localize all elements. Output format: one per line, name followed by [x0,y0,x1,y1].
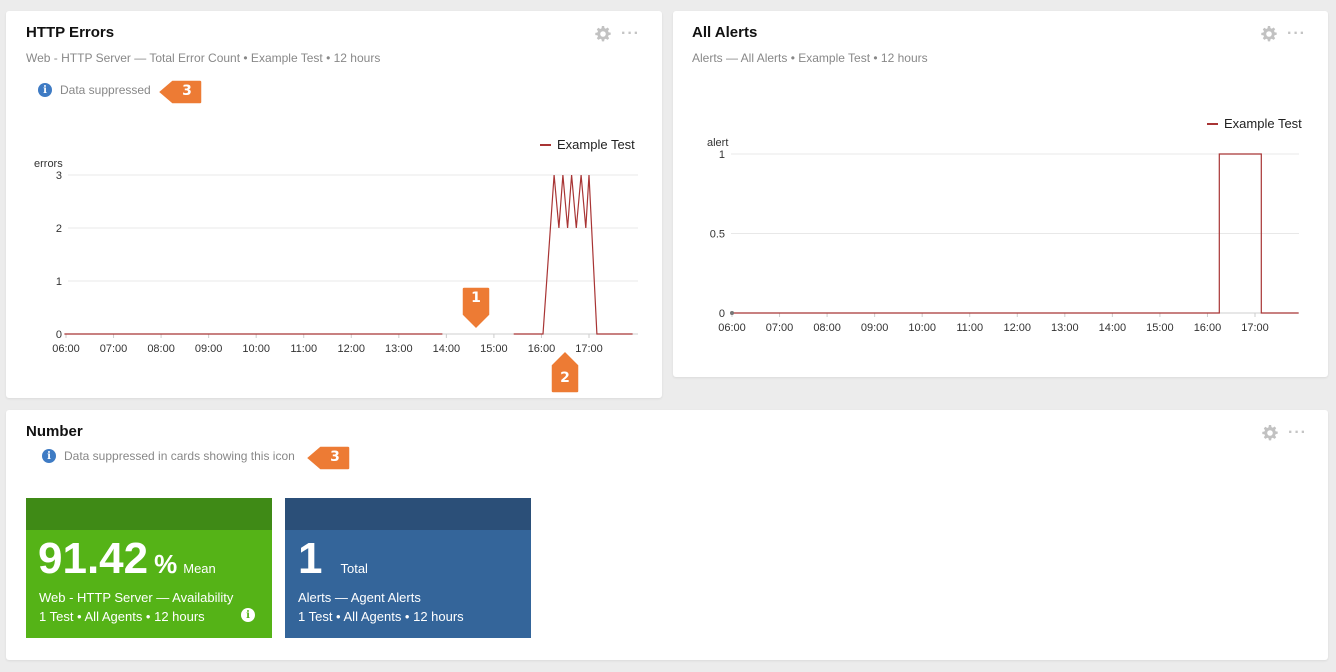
x-tick-label: 14:00 [433,343,461,355]
y-tick-label: 1 [719,149,725,161]
x-tick-label: 15:00 [1146,322,1174,334]
x-tick-label: 11:00 [290,343,317,355]
x-tick-label: 06:00 [718,322,746,334]
tile-line-1: Alerts — Agent Alerts [298,590,421,605]
tile-value: 1 [298,534,323,583]
all-alerts-chart: alert 0 0.5 1 06:00 07:00 08:00 09:00 10:00 11:00… [707,116,1302,334]
number-card: Number ··· i Data suppressed in cards sh… [6,410,1328,660]
suppressed-label: Data suppressed in cards showing this ic… [64,449,295,463]
x-tick-label: 07:00 [100,343,128,355]
x-tick-label: 06:00 [52,343,80,355]
tile-line-2: 1 Test • All Agents • 12 hours [298,609,464,624]
tile-header [285,498,531,530]
x-tick-label: 08:00 [813,322,841,334]
tile-stat: Mean [183,561,216,576]
info-icon[interactable]: i [241,608,255,622]
http-errors-chart: errors 0 1 2 3 06:00 07:00 08:00 09:00 10:00 11:00… [34,137,638,355]
y-axis-label: errors [34,158,63,170]
info-icon[interactable]: i [42,449,56,463]
x-tick-label: 09:00 [861,322,889,334]
card-tools: ··· [1262,425,1307,441]
tile-line-1: Web - HTTP Server — Availability [39,590,234,605]
callout-number: 1 [471,290,481,306]
tile-stat: Total [340,561,368,576]
all-alerts-card: All Alerts Alerts — All Alerts • Example… [673,11,1328,377]
x-tick-label: 17:00 [1241,322,1269,334]
http-errors-card: HTTP Errors Web - HTTP Server — Total Er… [6,11,662,398]
x-tick-label: 13:00 [1051,322,1079,334]
x-tick-label: 16:00 [1194,322,1222,334]
y-tick-label: 0 [56,329,62,341]
legend-label: Example Test [1224,116,1302,131]
tile-line-2: 1 Test • All Agents • 12 hours [39,609,205,624]
legend-label: Example Test [557,137,635,152]
x-tick-label: 10:00 [908,322,936,334]
more-options-icon[interactable]: ··· [1288,425,1307,441]
tile-value-row: 1 Total [298,534,368,584]
y-axis-label: alert [707,137,728,149]
card-title: Number [26,423,83,440]
y-tick-label: 1 [56,276,62,288]
x-tick-label: 15:00 [480,343,508,355]
callout-number: 3 [330,449,340,465]
x-tick-label: 11:00 [956,322,983,334]
x-tick-label: 10:00 [242,343,270,355]
x-tick-label: 13:00 [385,343,413,355]
tile-value: 91.42 [38,534,149,583]
x-tick-label: 09:00 [195,343,223,355]
y-tick-label: 2 [56,223,62,235]
y-tick-label: 0.5 [710,229,725,241]
origin-point [730,311,734,315]
tile-unit: % [154,549,178,579]
y-tick-label: 3 [56,170,62,182]
gear-icon[interactable] [1262,425,1278,441]
x-tick-label: 08:00 [147,343,175,355]
availability-tile[interactable]: 91.42 % Mean Web - HTTP Server — Availab… [26,498,272,638]
callout-number: 3 [182,83,192,99]
y-tick-label: 0 [719,308,725,320]
alerts-tile[interactable]: 1 Total Alerts — Agent Alerts 1 Test • A… [285,498,531,638]
tile-value-row: 91.42 % Mean [38,534,216,584]
x-tick-label: 07:00 [766,322,794,334]
tile-header [26,498,272,530]
x-tick-label: 14:00 [1099,322,1127,334]
series-line [513,174,633,335]
callout-number: 2 [560,370,570,386]
x-tick-label: 12:00 [1004,322,1032,334]
x-tick-label: 12:00 [338,343,366,355]
data-suppressed-notice: i Data suppressed in cards showing this … [42,449,295,463]
